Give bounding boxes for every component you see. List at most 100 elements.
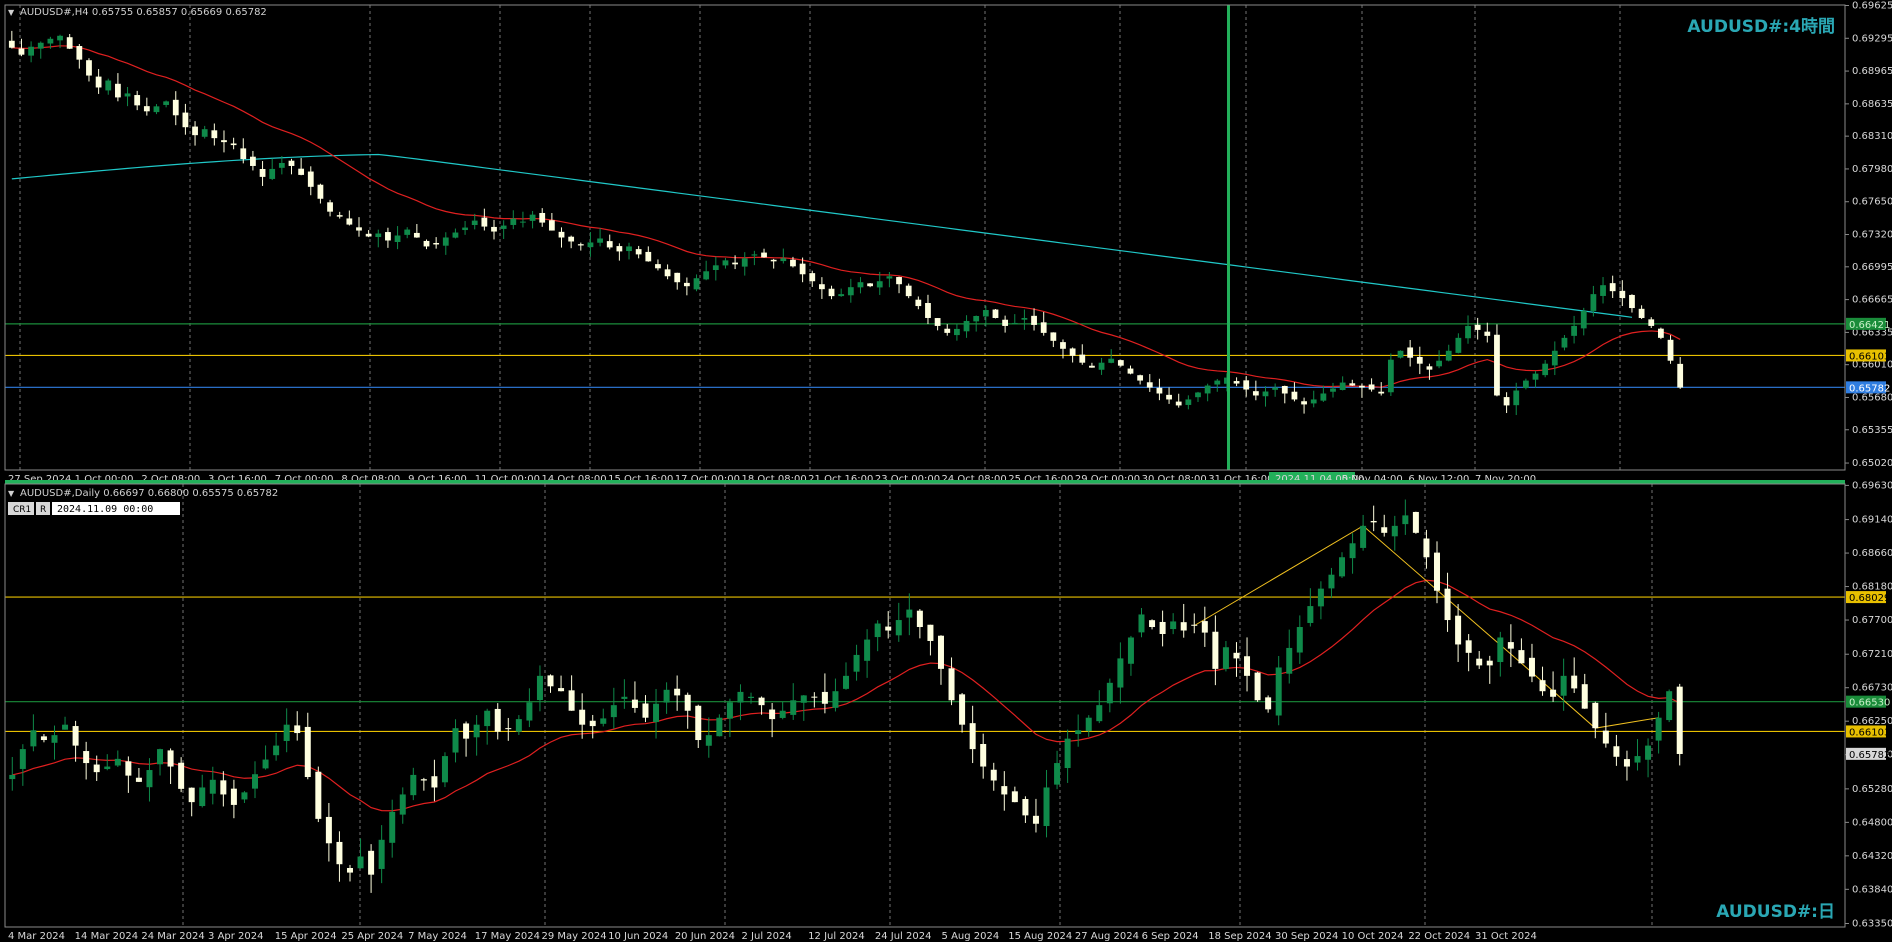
d1-candle	[1623, 759, 1630, 767]
h4-y-tick-label: 0.65355	[1852, 425, 1892, 436]
h4-y-tick-label: 0.69625	[1852, 0, 1892, 11]
d1-candle	[832, 691, 839, 708]
d1-candle	[1465, 640, 1472, 653]
d1-candle	[220, 780, 227, 795]
d1-candle	[600, 718, 607, 724]
d1-candle	[536, 675, 543, 701]
d1-candle	[346, 868, 353, 873]
d1-candle	[726, 702, 733, 719]
d1-candle	[589, 720, 596, 727]
h4-candle	[587, 242, 594, 248]
d1-candle	[9, 774, 16, 780]
h4-candle	[1609, 283, 1616, 292]
h4-candle	[346, 218, 353, 225]
pane-separator[interactable]	[5, 480, 1845, 484]
d1-candle	[114, 758, 121, 766]
d1-candle	[969, 723, 976, 750]
daily-menu-arrow-icon[interactable]: ▼	[8, 489, 15, 498]
h4-candle	[790, 259, 796, 267]
h4-candle	[963, 320, 970, 332]
d1-candle	[1032, 815, 1039, 824]
h4-candle	[1619, 290, 1626, 299]
d1-candle	[526, 702, 533, 721]
h4-candle	[693, 278, 700, 290]
d1-candle	[758, 697, 765, 706]
h4-candle	[1156, 387, 1163, 394]
h4-candle	[635, 249, 642, 255]
h4-candle	[828, 288, 835, 297]
d1-candle	[262, 759, 269, 769]
h4-candle	[230, 143, 237, 146]
h4-candle	[973, 315, 980, 322]
h4-candle	[28, 46, 35, 56]
d1-candle	[853, 654, 860, 672]
d1-candle	[304, 726, 311, 778]
d1-candle	[800, 695, 807, 703]
d1-candle	[1201, 621, 1208, 633]
d1-candle	[684, 694, 691, 711]
d1-candle	[1370, 520, 1377, 523]
d1-candle	[1096, 705, 1103, 722]
d1-candle	[895, 620, 902, 636]
d1-candle	[463, 723, 470, 739]
d1-candle	[1054, 763, 1061, 785]
d1-candle	[568, 690, 575, 711]
h4-candle	[1667, 339, 1674, 361]
d1-candle	[1412, 511, 1419, 533]
h4-candle	[307, 171, 314, 187]
d1-candle	[125, 761, 132, 776]
crosshair-info-box[interactable]: CR1 R 2024.11.09 00:00	[8, 502, 180, 515]
h4-candle	[1195, 392, 1201, 398]
h4-candle	[153, 106, 160, 113]
d1-candle	[874, 623, 881, 638]
d1-candle	[473, 724, 480, 738]
d1-candle	[1571, 675, 1578, 689]
h4-candle	[57, 35, 63, 41]
h4-candle	[1590, 294, 1597, 311]
d1-y-tick-label: 0.65280	[1852, 784, 1892, 795]
d1-candle	[241, 792, 248, 800]
h4-candle	[982, 310, 989, 317]
h4-candle	[423, 240, 430, 247]
h4-candle	[1349, 383, 1356, 386]
h4-y-tick-label: 0.66665	[1852, 295, 1892, 306]
d1-candle	[621, 696, 628, 699]
d1-y-tick-label: 0.69140	[1852, 515, 1892, 526]
d1-candle	[72, 726, 79, 746]
d1-x-tick-label: 17 May 2024	[475, 931, 540, 942]
h4-candle	[201, 129, 208, 137]
d1-candle	[1602, 730, 1609, 744]
d1-candle	[199, 787, 206, 807]
h4-price-axis[interactable]: 0.69625 0.69295 0.68965 0.68635 0.68310 0.679…	[1845, 0, 1892, 469]
h4-candle	[18, 48, 25, 55]
h4-y-tick-label: 0.66995	[1852, 262, 1892, 273]
h4-candle	[163, 101, 170, 105]
h4-candle	[259, 169, 266, 177]
d1-candle	[547, 675, 554, 687]
h4-candle	[1445, 350, 1452, 361]
daily-time-axis[interactable]: 4 Mar 2024 14 Mar 2024 24 Mar 2024 3 Apr 20…	[8, 931, 1537, 942]
d1-candle	[494, 708, 501, 732]
d1-y-tick-label: 0.63350	[1852, 919, 1892, 930]
h4-candle	[413, 232, 420, 238]
d1-candle	[1064, 738, 1071, 769]
h4-vertical-marker[interactable]	[1227, 5, 1230, 470]
h4-menu-arrow-icon[interactable]: ▼	[8, 8, 15, 17]
d1-candle	[1180, 622, 1187, 631]
h4-candle	[1204, 385, 1211, 394]
h4-candle	[86, 60, 92, 76]
h4-candle	[95, 76, 102, 88]
h4-candle	[954, 328, 960, 336]
d1-y-tick-label: 0.63840	[1852, 884, 1892, 895]
h4-candle	[375, 233, 382, 238]
d1-x-tick-label: 22 Oct 2024	[1408, 931, 1470, 942]
h4-plot-area[interactable]	[5, 5, 1845, 470]
d1-candle	[283, 724, 290, 741]
d1-candle	[1286, 647, 1293, 674]
d1-x-tick-label: 30 Sep 2024	[1275, 931, 1338, 942]
d1-candle	[325, 816, 332, 844]
d1-candle	[737, 691, 744, 703]
h4-candle	[182, 112, 189, 128]
d1-candle	[1360, 525, 1367, 548]
d1-candle	[906, 609, 913, 618]
